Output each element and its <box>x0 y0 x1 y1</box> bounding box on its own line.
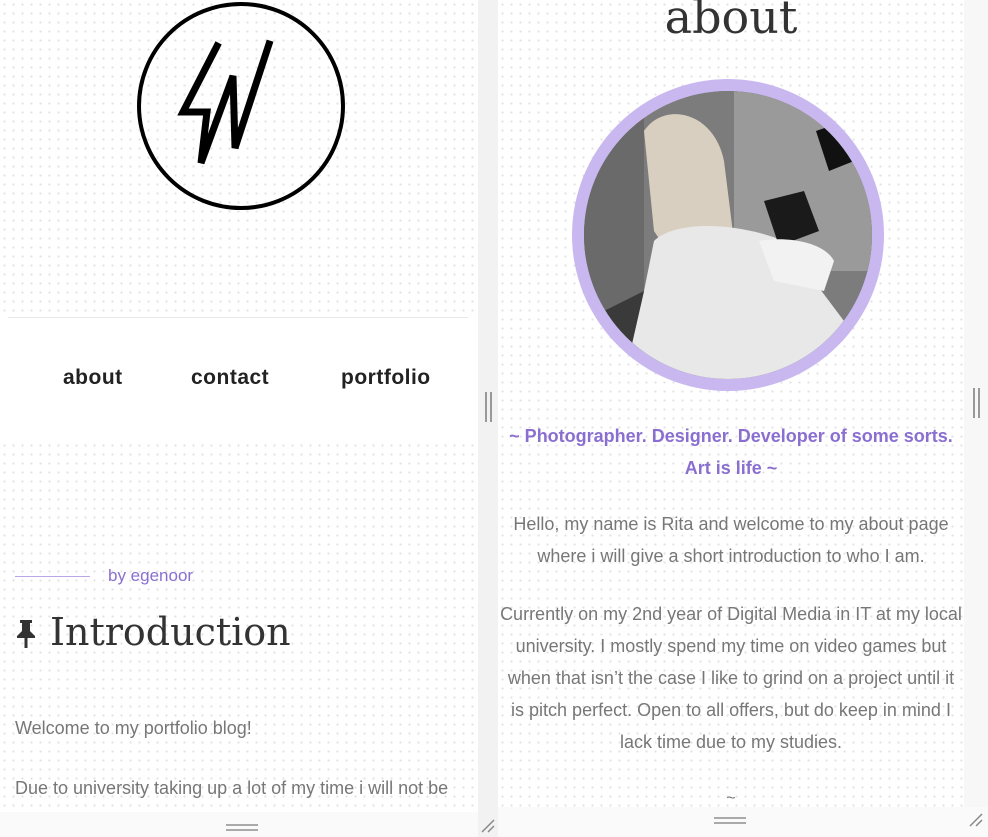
lightning-w-logo-icon[interactable] <box>137 0 345 211</box>
vertical-resize-grip-icon[interactable] <box>978 388 980 418</box>
bio-line: is pitch perfect. Open to all offers, bu… <box>511 700 951 720</box>
corner-resize-icon[interactable] <box>480 818 496 834</box>
bio-line: university. I mostly spend my time on vi… <box>515 636 947 656</box>
left-panel: about contact portfolio by egenoor Intro… <box>0 0 478 812</box>
corner-resize-icon[interactable] <box>968 812 984 828</box>
intro-line: Hello, my name is Rita and welcome to my… <box>513 514 949 534</box>
intro-line: where i will give a short introduction t… <box>537 546 925 566</box>
tagline-line: Art is life ~ <box>684 458 778 478</box>
right-gutter <box>964 0 988 807</box>
nav-item-about[interactable]: about <box>63 366 123 390</box>
nav-item-contact[interactable]: contact <box>191 366 269 390</box>
profile-photo-illustration <box>584 91 872 379</box>
nav-item-portfolio[interactable]: portfolio <box>341 366 431 390</box>
bio-line: Currently on my 2nd year of Digital Medi… <box>500 604 962 624</box>
post-paragraph: Due to university taking up a lot of my … <box>15 778 449 798</box>
vertical-resize-grip-icon[interactable] <box>490 392 492 422</box>
tagline: ~ Photographer. Designer. Developer of s… <box>498 420 964 484</box>
intro-paragraph: Hello, my name is Rita and welcome to my… <box>498 508 964 572</box>
bio-line: when that isn’t the case I like to grind… <box>507 668 955 688</box>
vertical-resize-grip-icon[interactable] <box>485 392 487 422</box>
split-gutter <box>478 0 498 837</box>
post-author[interactable]: by egenoor <box>108 566 193 586</box>
author-rule <box>15 576 90 577</box>
right-panel: about ~ Photographer. Designer. Develope… <box>498 0 964 807</box>
bio-line: lack time due to my studies. <box>619 732 843 752</box>
post-paragraph: Welcome to my portfolio blog! <box>15 718 252 738</box>
vertical-resize-grip-icon[interactable] <box>973 388 975 418</box>
post-title: Introduction <box>50 610 291 654</box>
section-divider: ~ <box>726 790 736 807</box>
page-title: about <box>664 0 798 44</box>
horizontal-resize-grip-icon[interactable] <box>714 822 746 824</box>
horizontal-resize-grip-icon[interactable] <box>226 829 258 831</box>
profile-photo <box>584 91 872 379</box>
pushpin-icon <box>17 620 35 648</box>
avatar <box>572 79 884 391</box>
tagline-line: ~ Photographer. Designer. Developer of s… <box>509 426 953 446</box>
horizontal-resize-grip-icon[interactable] <box>226 824 258 826</box>
horizontal-resize-grip-icon[interactable] <box>714 817 746 819</box>
bio-paragraph: Currently on my 2nd year of Digital Medi… <box>498 598 964 758</box>
